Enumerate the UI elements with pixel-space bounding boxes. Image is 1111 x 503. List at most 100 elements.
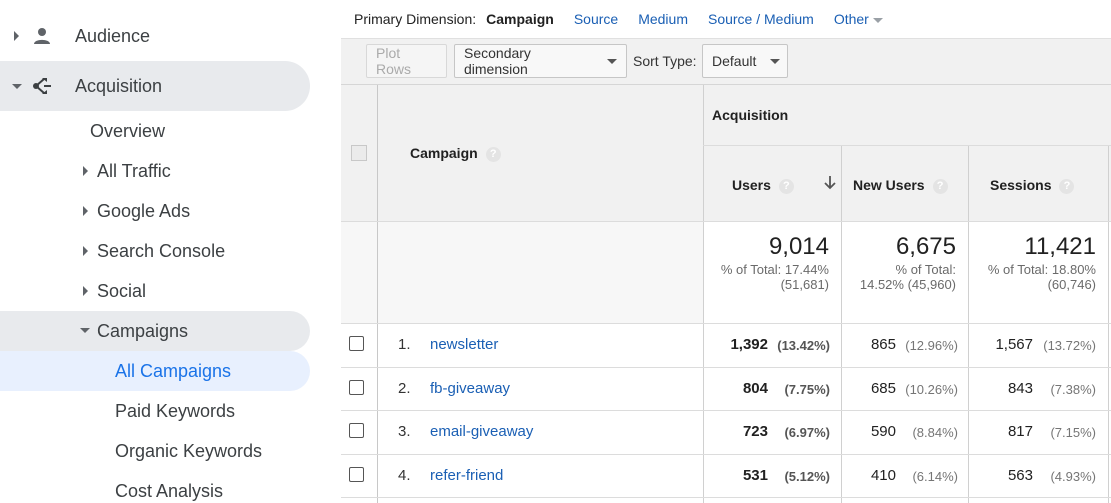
nav-overview[interactable]: Overview (0, 111, 310, 151)
new-users-value: 410 (870, 467, 896, 484)
sessions-pct: (4.93%) (1050, 469, 1096, 484)
dimension-source-medium-link[interactable]: Source / Medium (708, 11, 814, 27)
row-checkbox[interactable] (349, 380, 364, 395)
table-toolbar: Plot Rows Secondary dimension Sort Type:… (341, 39, 1111, 85)
campaign-column-header[interactable]: Campaign? (410, 145, 501, 162)
users-total: 9,014 (768, 233, 829, 260)
nav-all-campaigns-label: All Campaigns (115, 360, 232, 381)
help-icon[interactable]: ? (1059, 178, 1075, 194)
divider (703, 145, 1111, 146)
sort-descending-icon[interactable] (823, 175, 837, 191)
new-users-value: 590 (870, 423, 896, 440)
dimension-medium-link[interactable]: Medium (638, 11, 688, 27)
primary-dimension-bar: Primary Dimension: Campaign Source Mediu… (341, 0, 1111, 39)
new-users-column-header[interactable]: New Users? (853, 177, 948, 194)
nav-cost-analysis-label: Cost Analysis (115, 480, 224, 501)
nav-audience[interactable]: Audience (0, 16, 310, 56)
divider (341, 410, 1111, 411)
acquisition-header-label: Acquisition (712, 107, 789, 123)
sessions-header-label: Sessions (990, 177, 1052, 193)
row-checkbox[interactable] (349, 423, 364, 438)
chevron-right-icon (83, 206, 88, 216)
divider (341, 221, 1111, 222)
sessions-total: 11,421 (1024, 233, 1096, 260)
row-checkbox[interactable] (349, 336, 364, 351)
users-header-label: Users (732, 177, 771, 193)
nav-paid-keywords-label: Paid Keywords (115, 400, 236, 421)
secondary-dimension-dropdown[interactable]: Secondary dimension (454, 44, 627, 78)
nav-social[interactable]: Social (0, 271, 310, 311)
new-users-pct: (8.84%) (912, 425, 958, 440)
divider (377, 85, 378, 503)
new-users-total-pct-line1: % of Total: (895, 262, 956, 277)
sessions-value: 843 (1007, 380, 1033, 397)
sessions-pct: (7.38%) (1050, 382, 1096, 397)
help-icon[interactable]: ? (932, 178, 948, 194)
plot-rows-button[interactable]: Plot Rows (366, 44, 447, 78)
secondary-dimension-label: Secondary dimension (464, 45, 531, 77)
divider (703, 85, 704, 503)
nav-acquisition[interactable]: Acquisition (0, 61, 310, 111)
chevron-down-icon (872, 17, 883, 23)
nav-overview-label: Overview (90, 120, 166, 141)
select-all-checkbox[interactable] (351, 145, 367, 161)
acquisition-icon (33, 78, 51, 94)
row-checkbox[interactable] (349, 467, 364, 482)
nav-all-traffic[interactable]: All Traffic (0, 151, 310, 191)
nav-search-console-label: Search Console (97, 240, 226, 261)
nav-google-ads-label: Google Ads (97, 200, 191, 221)
help-icon[interactable]: ? (485, 146, 501, 162)
sessions-pct: (7.15%) (1050, 425, 1096, 440)
nav-organic-keywords-label: Organic Keywords (115, 440, 263, 461)
users-value: 804 (742, 380, 768, 397)
users-pct: (7.75%) (784, 382, 830, 397)
dimension-other-dropdown[interactable]: Other (834, 11, 883, 27)
dimension-source-link[interactable]: Source (574, 11, 618, 27)
nav-all-campaigns[interactable]: All Campaigns (0, 351, 310, 391)
chevron-right-icon (83, 246, 88, 256)
divider (341, 454, 1111, 455)
sessions-total-pct-line2: (60,746) (1047, 277, 1096, 292)
users-total-pct-line1: % of Total: 17.44% (720, 262, 829, 277)
users-value: 531 (742, 467, 768, 484)
users-column-header[interactable]: Users? (732, 177, 794, 194)
sessions-total-pct: % of Total: 18.80% (60,746) (988, 262, 1096, 292)
campaign-header-label: Campaign (410, 145, 478, 161)
divider (968, 146, 969, 503)
campaign-link[interactable]: fb-giveaway (430, 380, 510, 397)
help-icon[interactable]: ? (778, 178, 794, 194)
users-value: 723 (742, 423, 768, 440)
campaign-link[interactable]: email-giveaway (430, 423, 533, 440)
nav-paid-keywords[interactable]: Paid Keywords (0, 391, 310, 431)
data-table: Campaign? Acquisition Users? New Users? … (341, 85, 1111, 503)
row-number: 2. (398, 380, 411, 397)
nav-all-traffic-label: All Traffic (97, 160, 171, 181)
primary-dimension-label: Primary Dimension: (354, 11, 477, 27)
sessions-total-pct-line1: % of Total: 18.80% (987, 262, 1096, 277)
divider (341, 323, 1111, 324)
sort-type-label: Sort Type: (633, 53, 697, 69)
nav-organic-keywords[interactable]: Organic Keywords (0, 431, 310, 471)
nav-search-console[interactable]: Search Console (0, 231, 310, 271)
person-icon (34, 28, 50, 44)
campaign-link[interactable]: newsletter (430, 336, 498, 353)
nav-google-ads[interactable]: Google Ads (0, 191, 310, 231)
chevron-down-icon (770, 58, 781, 64)
nav-campaigns[interactable]: Campaigns (0, 311, 310, 351)
report-panel: Primary Dimension: Campaign Source Mediu… (341, 0, 1111, 503)
chevron-down-icon (607, 58, 617, 64)
campaign-link[interactable]: refer-friend (430, 467, 503, 484)
chevron-right-icon (83, 166, 88, 176)
sort-type-value: Default (712, 53, 757, 69)
new-users-total: 6,675 (895, 233, 956, 260)
new-users-pct: (6.14%) (912, 469, 958, 484)
sessions-column-header[interactable]: Sessions? (990, 177, 1075, 194)
primary-dimension-current: Campaign (486, 11, 554, 27)
nav-campaigns-label: Campaigns (97, 320, 189, 341)
nav-cost-analysis[interactable]: Cost Analysis (0, 471, 310, 503)
users-pct: (6.97%) (784, 425, 830, 440)
row-number: 4. (398, 467, 411, 484)
divider (341, 497, 1111, 498)
sort-type-dropdown[interactable]: Default (702, 44, 788, 78)
new-users-pct: (12.96%) (905, 338, 958, 353)
